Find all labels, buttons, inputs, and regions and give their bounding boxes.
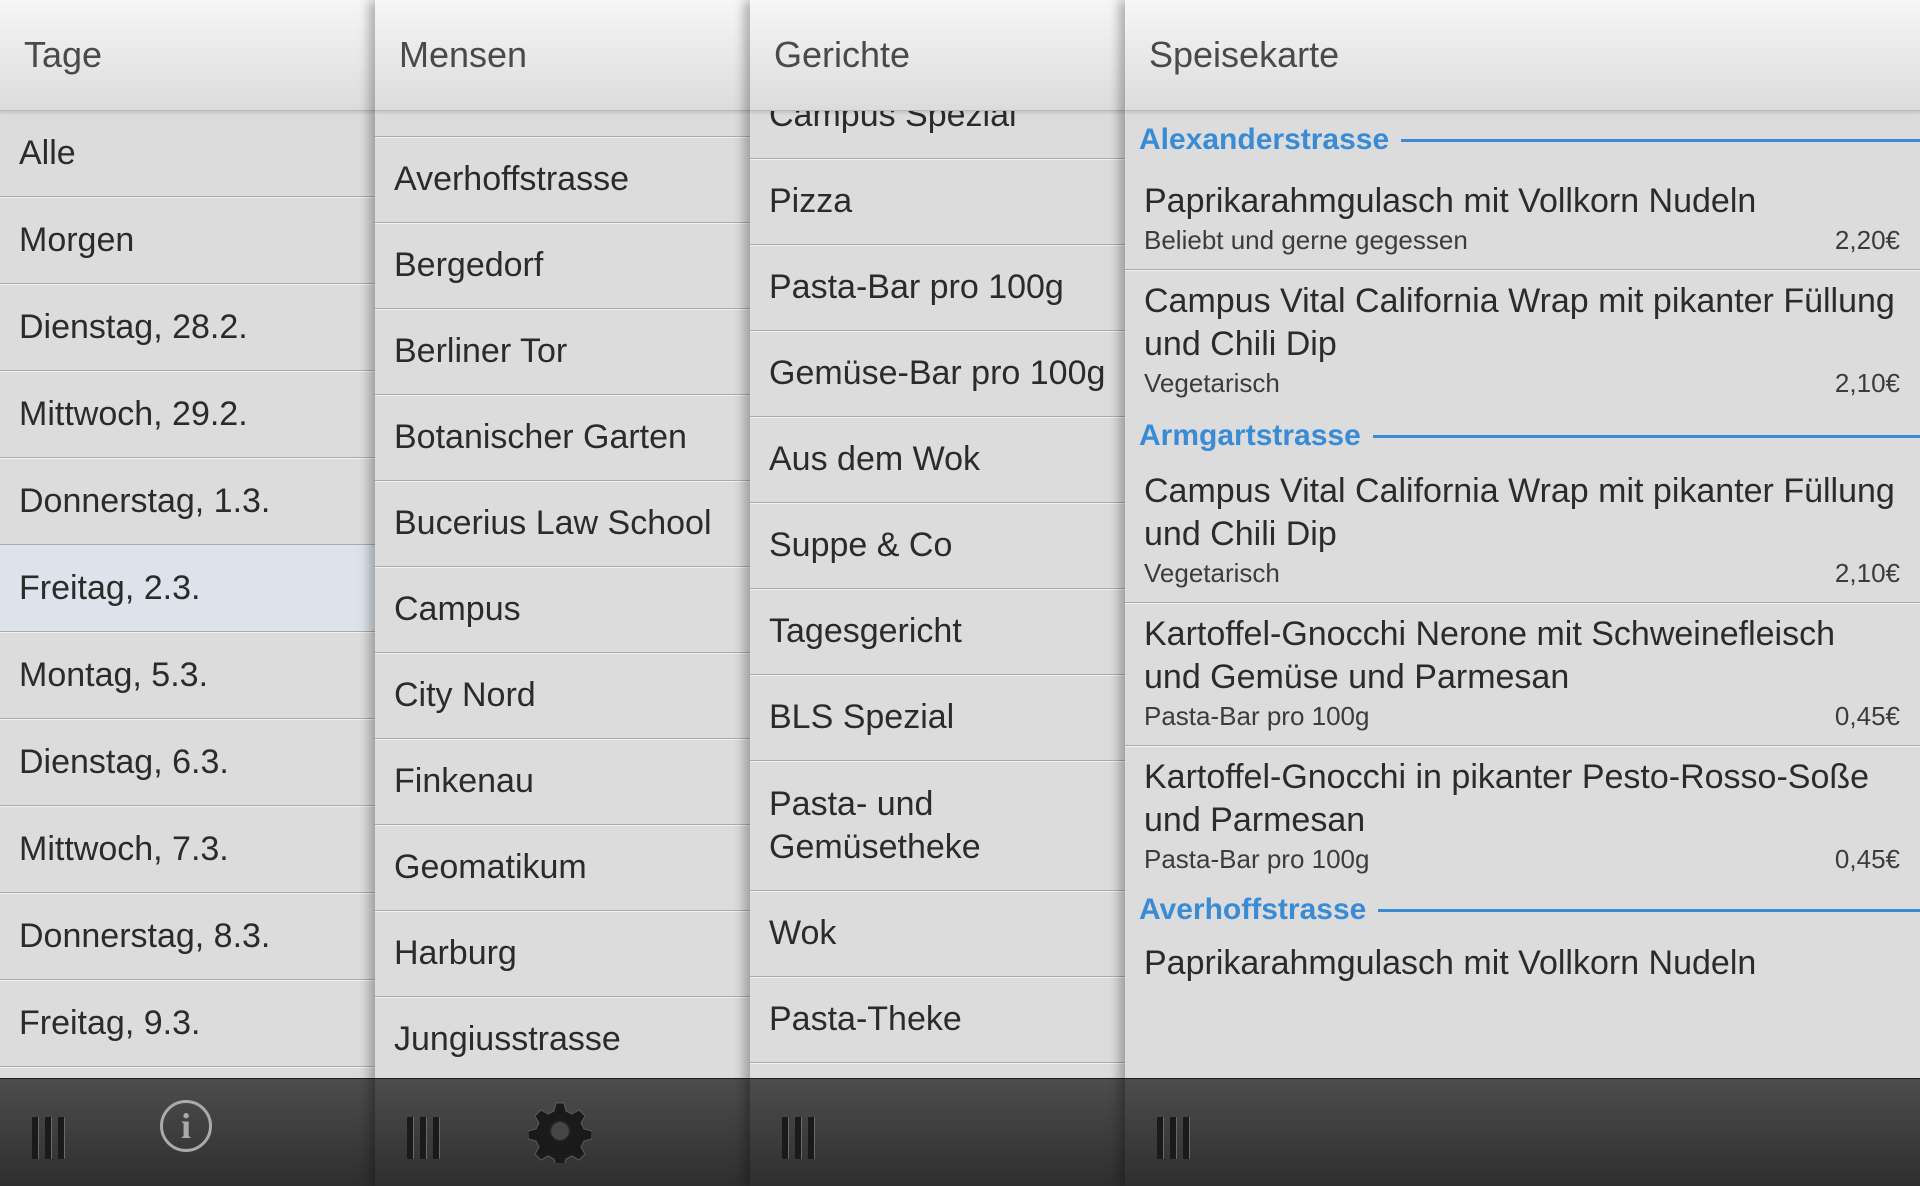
dish-title: Kartoffel-Gnocchi Nerone mit Schweinefle… — [1144, 615, 1836, 696]
tage-header: Tage — [0, 0, 375, 111]
dish-item[interactable]: Paprikarahmgulasch mit Vollkorn Nudeln — [1125, 932, 1920, 997]
dish-price: 2,10€ — [1834, 558, 1900, 588]
list-item-tag[interactable]: Dienstag, 28.2. — [0, 284, 375, 371]
tage-panel: Tage Alle Morgen Dienstag, 28.2. Mittwoc… — [0, 0, 375, 1186]
app: Tage Alle Morgen Dienstag, 28.2. Mittwoc… — [0, 0, 1920, 1186]
list-item-mensa[interactable]: Berliner Tor — [375, 309, 750, 395]
dish-price: 2,20€ — [1834, 225, 1900, 255]
section-header: Alexanderstrasse — [1125, 110, 1920, 170]
tage-title: Tage — [24, 34, 103, 75]
list-item-tag[interactable]: Donnerstag, 1.3. — [0, 458, 375, 545]
section-title: Averhoffstrasse — [1139, 893, 1367, 926]
list-item-gericht[interactable]: BLS Spezial — [750, 675, 1125, 761]
dish-title: Campus Vital California Wrap mit pikante… — [1144, 282, 1895, 363]
mensen-title: Mensen — [399, 34, 528, 75]
list-item-tag[interactable]: Mittwoch, 7.3. — [0, 806, 375, 893]
list-item-mensa[interactable]: City Nord — [375, 653, 750, 739]
gerichte-list[interactable]: Campus Spezial Pizza Pasta-Bar pro 100g … — [750, 110, 1125, 1079]
list-item-gericht[interactable]: Pasta-Bar pro 100g — [750, 245, 1125, 331]
dish-price: 0,45€ — [1834, 844, 1900, 874]
list-item-tag[interactable]: Alle — [0, 110, 375, 197]
section-header: Averhoffstrasse — [1125, 888, 1920, 932]
section-divider — [1378, 908, 1920, 912]
dish-price: 2,10€ — [1834, 368, 1900, 398]
dish-title: Paprikarahmgulasch mit Vollkorn Nudeln — [1144, 182, 1757, 220]
list-item-tag-selected[interactable]: Freitag, 2.3. — [0, 545, 375, 632]
dish-item[interactable]: Kartoffel-Gnocchi Nerone mit Schweinefle… — [1125, 603, 1920, 746]
speisekarte-panel: Speisekarte Alexanderstrasse Paprikarahm… — [1125, 0, 1920, 1186]
list-item-mensa[interactable]: Averhoffstrasse — [375, 137, 750, 223]
list-item-gericht[interactable]: Pizza — [750, 159, 1125, 245]
list-item-mensa[interactable]: Botanischer Garten — [375, 395, 750, 481]
list-item-tag[interactable]: Mittwoch, 29.2. — [0, 371, 375, 458]
list-item-gericht[interactable]: Gemüse-Bar pro 100g — [750, 331, 1125, 417]
list-item-tag[interactable]: Montag, 5.3. — [0, 632, 375, 719]
gear-icon[interactable] — [528, 1099, 592, 1163]
dish-price: 0,45€ — [1834, 701, 1900, 731]
mensen-toolbar — [375, 1078, 750, 1186]
info-icon[interactable]: i — [160, 1100, 212, 1152]
list-item-mensa[interactable]: Bergedorf — [375, 223, 750, 309]
list-item-mensa[interactable]: Harburg — [375, 911, 750, 997]
dish-title: Campus Vital California Wrap mit pikante… — [1144, 472, 1895, 553]
section-divider — [1401, 138, 1920, 142]
mensen-panel: Mensen Averhoffstrasse Bergedorf Berline… — [375, 0, 750, 1186]
list-item-mensa[interactable]: Finkenau — [375, 739, 750, 825]
list-item-mensa[interactable]: Campus — [375, 567, 750, 653]
dish-category: Pasta-Bar pro 100g — [1144, 844, 1370, 874]
list-item-gericht[interactable]: Wok — [750, 891, 1125, 977]
mensen-list[interactable]: Averhoffstrasse Bergedorf Berliner Tor B… — [375, 110, 750, 1079]
mensen-header: Mensen — [375, 0, 750, 111]
list-item-tag[interactable]: Dienstag, 6.3. — [0, 719, 375, 806]
section-title: Armgartstrasse — [1139, 419, 1361, 452]
speisekarte-title: Speisekarte — [1149, 34, 1340, 75]
list-item-tag[interactable]: Donnerstag, 8.3. — [0, 893, 375, 980]
list-item-mensa[interactable]: Geomatikum — [375, 825, 750, 911]
gerichte-panel: Gerichte Campus Spezial Pizza Pasta-Bar … — [750, 0, 1125, 1186]
gerichte-header: Gerichte — [750, 0, 1125, 111]
gerichte-toolbar — [750, 1078, 1125, 1186]
dish-category: Vegetarisch — [1144, 558, 1280, 588]
list-item-gericht[interactable]: Pasta- und Gemüsetheke — [750, 761, 1125, 891]
dish-title: Paprikarahmgulasch mit Vollkorn Nudeln — [1144, 944, 1757, 982]
list-item-mensa[interactable]: Jungiusstrasse — [375, 997, 750, 1079]
dish-item[interactable]: Campus Vital California Wrap mit pikante… — [1125, 270, 1920, 412]
list-item-gericht[interactable]: Tagesgericht — [750, 589, 1125, 675]
dish-category: Vegetarisch — [1144, 368, 1280, 398]
speisekarte-toolbar — [1125, 1078, 1920, 1186]
grip-icon[interactable] — [32, 1117, 68, 1159]
grip-icon[interactable] — [407, 1117, 443, 1159]
tage-toolbar: i — [0, 1078, 375, 1186]
grip-icon[interactable] — [782, 1117, 818, 1159]
list-item-mensa[interactable]: Bucerius Law School — [375, 481, 750, 567]
list-item-gericht[interactable]: Pasta-Theke — [750, 977, 1125, 1063]
tage-list[interactable]: Alle Morgen Dienstag, 28.2. Mittwoch, 29… — [0, 110, 375, 1079]
speisekarte-list[interactable]: Alexanderstrasse Paprikarahmgulasch mit … — [1125, 110, 1920, 1079]
list-item-tag[interactable]: Morgen — [0, 197, 375, 284]
gerichte-title: Gerichte — [774, 34, 911, 75]
list-item-mensa-partial[interactable] — [375, 110, 750, 137]
list-item-tag[interactable]: Freitag, 9.3. — [0, 980, 375, 1067]
list-item-gericht[interactable]: Campus Spezial — [750, 110, 1125, 159]
list-item-gericht[interactable]: Aus dem Wok — [750, 417, 1125, 503]
dish-item[interactable]: Paprikarahmgulasch mit Vollkorn Nudeln B… — [1125, 170, 1920, 270]
dish-category: Beliebt und gerne gegessen — [1144, 225, 1468, 255]
dish-title: Kartoffel-Gnocchi in pikanter Pesto-Ross… — [1144, 758, 1870, 839]
dish-category: Pasta-Bar pro 100g — [1144, 701, 1370, 731]
section-title: Alexanderstrasse — [1139, 123, 1390, 156]
list-item-gericht[interactable]: Suppe & Co — [750, 503, 1125, 589]
section-header: Armgartstrasse — [1125, 412, 1920, 460]
dish-item[interactable]: Campus Vital California Wrap mit pikante… — [1125, 460, 1920, 603]
grip-icon[interactable] — [1157, 1117, 1193, 1159]
dish-item[interactable]: Kartoffel-Gnocchi in pikanter Pesto-Ross… — [1125, 746, 1920, 888]
section-divider — [1372, 434, 1920, 438]
speisekarte-header: Speisekarte — [1125, 0, 1920, 111]
